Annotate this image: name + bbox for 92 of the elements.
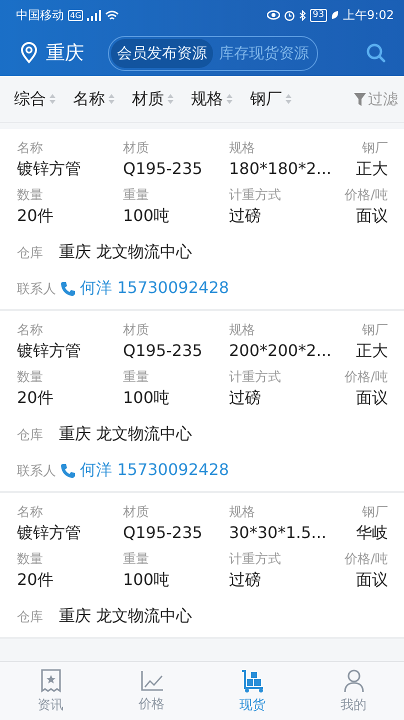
field-label: 重量 bbox=[123, 187, 150, 204]
contact-link[interactable]: 何洋 15730092428 bbox=[80, 278, 230, 299]
field-label: 计重方式 bbox=[229, 551, 282, 568]
clock-time: 上午9:02 bbox=[343, 6, 394, 24]
listing-card[interactable]: 名称 镀锌方管 材质 Q195-235 规格 200*200*2... 钢厂 正大 数量 20件 重量 100吨 计重方式 过磅 价格/吨 面议 仓库 重庆 龙文物流中心 联系人 何洋 15730092428 bbox=[0, 311, 404, 493]
field-value: 30*30*1.5... bbox=[229, 523, 328, 542]
phone-icon[interactable] bbox=[60, 462, 76, 478]
warehouse-label: 仓库 bbox=[17, 426, 43, 444]
sort-option[interactable]: 规格 bbox=[191, 88, 233, 110]
field-value: 100吨 bbox=[123, 206, 171, 227]
sort-arrows-icon bbox=[226, 93, 233, 105]
field-value: 100吨 bbox=[123, 388, 171, 409]
bookmark-icon bbox=[40, 668, 62, 692]
field-label: 材质 bbox=[123, 140, 150, 157]
sort-option[interactable]: 钢厂 bbox=[250, 88, 292, 110]
field-label: 计重方式 bbox=[229, 369, 282, 386]
city-selector[interactable]: 重庆 bbox=[46, 40, 108, 66]
field-value: 镀锌方管 bbox=[17, 341, 82, 362]
contact-label: 联系人 bbox=[17, 280, 56, 298]
warehouse-name: 重庆 龙文物流中心 bbox=[59, 424, 192, 445]
battery-level: 93 bbox=[310, 8, 328, 22]
sort-option[interactable]: 名称 bbox=[73, 88, 115, 110]
field-value: 正大 bbox=[356, 341, 388, 362]
location-pin-icon[interactable] bbox=[20, 42, 38, 64]
network-type: 4G bbox=[68, 10, 84, 20]
field-label: 名称 bbox=[17, 322, 44, 339]
field-value: Q195-235 bbox=[123, 341, 204, 360]
field-label: 规格 bbox=[229, 504, 256, 521]
warehouse-label: 仓库 bbox=[17, 608, 43, 626]
sort-option[interactable]: 综合 bbox=[14, 88, 56, 110]
field-label: 钢厂 bbox=[362, 140, 388, 157]
field-value: 镀锌方管 bbox=[17, 523, 82, 544]
field-value: 20件 bbox=[17, 570, 54, 591]
field-value: 180*180*2... bbox=[229, 159, 333, 178]
field-label: 重量 bbox=[123, 369, 150, 386]
field-value: 华岐 bbox=[356, 523, 388, 544]
field-value: 20件 bbox=[17, 206, 54, 227]
field-label: 钢厂 bbox=[362, 322, 388, 339]
field-label: 价格/吨 bbox=[344, 551, 388, 568]
eye-icon bbox=[266, 10, 280, 20]
field-value: 过磅 bbox=[229, 206, 262, 227]
bluetooth-icon bbox=[298, 10, 306, 20]
carrier-name: 中国移动 bbox=[16, 6, 64, 24]
alarm-icon bbox=[284, 10, 295, 20]
field-label: 价格/吨 bbox=[344, 187, 388, 204]
field-value: 镀锌方管 bbox=[17, 159, 82, 180]
field-value: 面议 bbox=[356, 570, 388, 591]
field-value: Q195-235 bbox=[123, 523, 204, 542]
warehouse-label: 仓库 bbox=[17, 244, 43, 262]
field-value: 100吨 bbox=[123, 570, 171, 591]
segment-tab[interactable]: 会员发布资源 bbox=[111, 38, 213, 68]
field-value: Q195-235 bbox=[123, 159, 204, 178]
sort-arrows-icon bbox=[167, 93, 174, 105]
contact-link[interactable]: 何洋 15730092428 bbox=[80, 460, 230, 481]
warehouse-name: 重庆 龙文物流中心 bbox=[59, 606, 192, 627]
field-label: 重量 bbox=[123, 551, 150, 568]
contact-label: 联系人 bbox=[17, 462, 56, 480]
cart-boxes-icon bbox=[240, 668, 264, 692]
warehouse-name: 重庆 龙文物流中心 bbox=[59, 242, 192, 263]
field-label: 钢厂 bbox=[362, 504, 388, 521]
field-label: 数量 bbox=[17, 187, 44, 204]
person-icon bbox=[342, 668, 364, 692]
field-value: 200*200*2... bbox=[229, 341, 333, 360]
funnel-icon bbox=[354, 92, 366, 106]
sort-arrows-icon bbox=[108, 93, 115, 105]
field-label: 材质 bbox=[123, 322, 150, 339]
field-value: 过磅 bbox=[229, 388, 262, 409]
field-label: 数量 bbox=[17, 369, 44, 386]
field-label: 数量 bbox=[17, 551, 44, 568]
wifi-icon bbox=[105, 10, 120, 20]
field-value: 过磅 bbox=[229, 570, 262, 591]
listing-card[interactable]: 名称 镀锌方管 材质 Q195-235 规格 30*30*1.5... 钢厂 华岐 数量 20件 重量 100吨 计重方式 过磅 价格/吨 面议 仓库 重庆 龙文物流中心 bbox=[0, 493, 404, 639]
leaf-icon bbox=[331, 10, 340, 20]
field-label: 规格 bbox=[229, 322, 256, 339]
field-value: 20件 bbox=[17, 388, 54, 409]
sort-option[interactable]: 材质 bbox=[132, 88, 174, 110]
field-label: 材质 bbox=[123, 504, 150, 521]
search-icon[interactable] bbox=[366, 43, 386, 63]
field-label: 名称 bbox=[17, 140, 44, 157]
sort-arrows-icon bbox=[49, 93, 56, 105]
field-label: 名称 bbox=[17, 504, 44, 521]
line-chart-icon bbox=[140, 670, 164, 692]
listing-card[interactable]: 名称 镀锌方管 材质 Q195-235 规格 180*180*2... 钢厂 正大 数量 20件 重量 100吨 计重方式 过磅 价格/吨 面议 仓库 重庆 龙文物流中心 联系人 何洋 15730092428 bbox=[0, 129, 404, 311]
field-label: 规格 bbox=[229, 140, 256, 157]
field-value: 面议 bbox=[356, 206, 388, 227]
field-label: 计重方式 bbox=[229, 187, 282, 204]
signal-icon bbox=[87, 10, 102, 20]
field-value: 面议 bbox=[356, 388, 388, 409]
phone-icon[interactable] bbox=[60, 280, 76, 296]
field-value: 正大 bbox=[356, 159, 388, 180]
field-label: 价格/吨 bbox=[344, 369, 388, 386]
sort-arrows-icon bbox=[285, 93, 292, 105]
